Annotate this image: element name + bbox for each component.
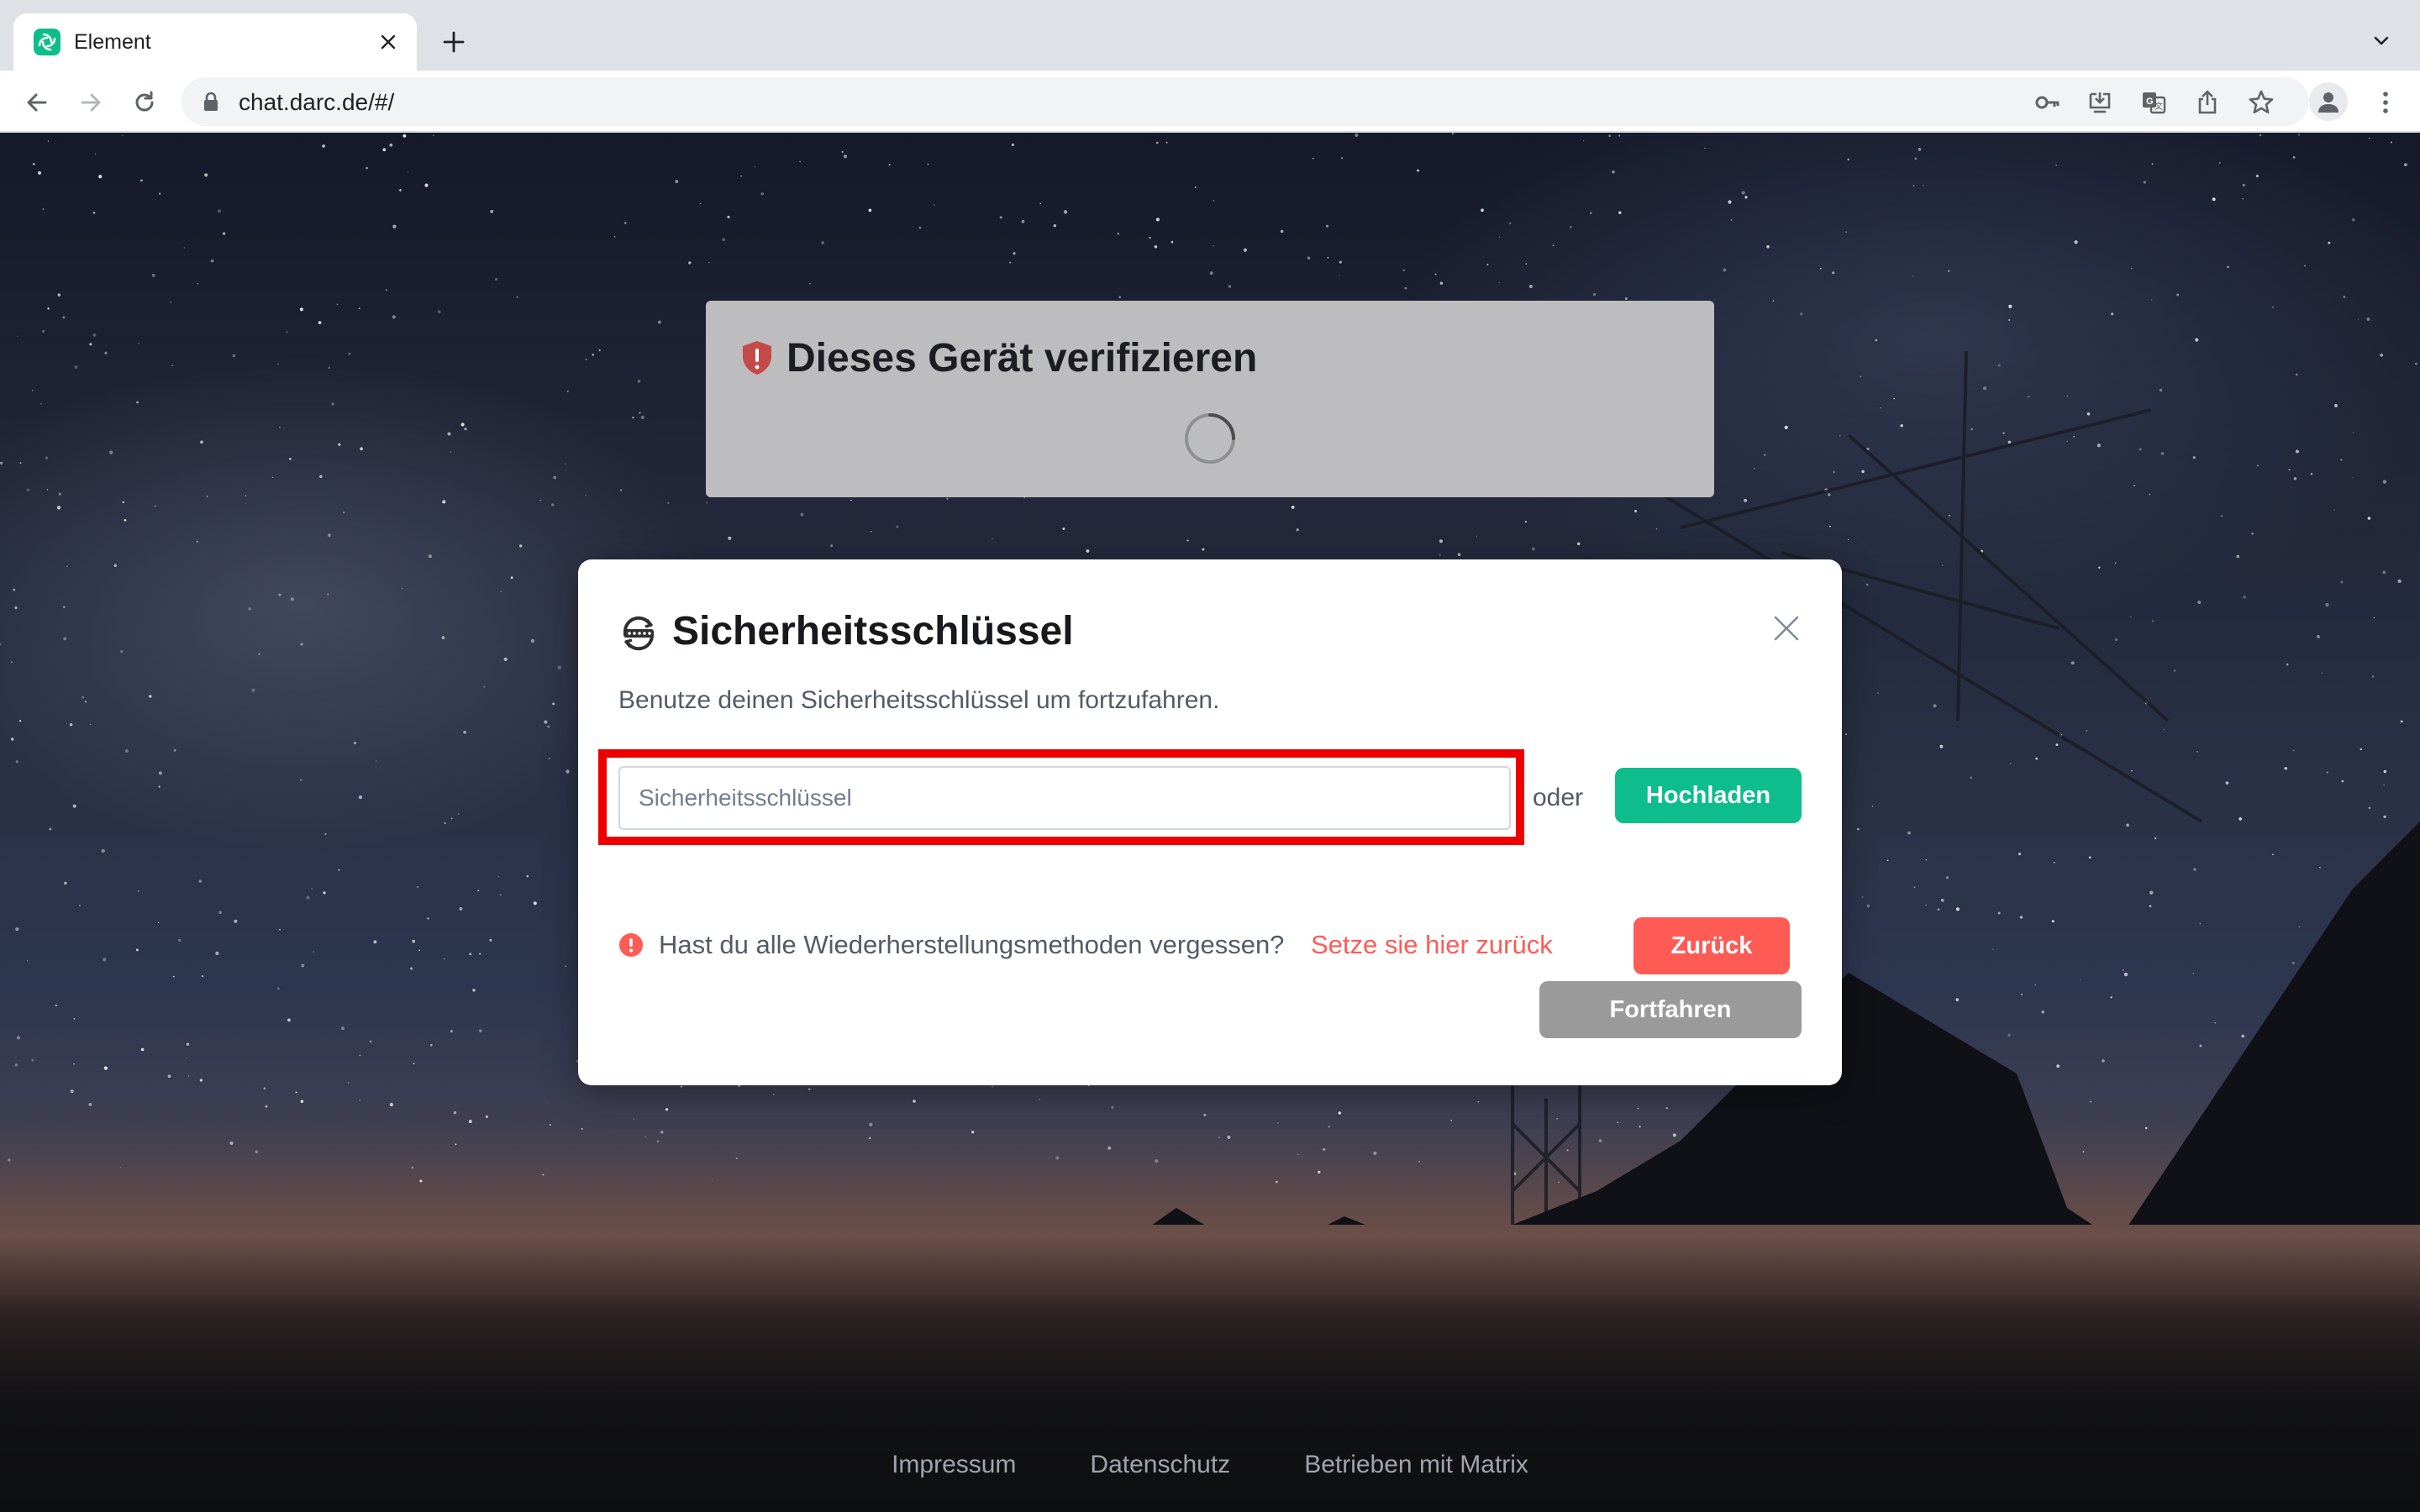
key-icon: [2035, 96, 2060, 109]
security-key-dialog: Sicherheitsschlüssel Benutze deinen Sich…: [578, 559, 1842, 1085]
dialog-close-button[interactable]: [1771, 613, 1802, 643]
verify-title: Dieses Gerät verifizieren: [786, 336, 1258, 381]
plus-icon: [443, 31, 465, 53]
footer-links: Impressum Datenschutz Betrieben mit Matr…: [0, 1446, 2420, 1483]
tab-close-button[interactable]: [371, 25, 405, 59]
or-label: oder: [1533, 784, 1584, 811]
address-bar[interactable]: chat.darc.de/#/: [182, 77, 2309, 126]
tab-title: Element: [74, 30, 151, 54]
url-text: chat.darc.de/#/: [239, 89, 395, 115]
svg-text:文: 文: [2154, 101, 2163, 112]
lock-icon: [204, 92, 218, 111]
forward-arrow-icon: [81, 93, 101, 112]
back-button[interactable]: Zurück: [1634, 917, 1790, 974]
new-tab-button[interactable]: [434, 22, 474, 62]
reload-button[interactable]: [126, 84, 163, 121]
share-icon: [2198, 90, 2217, 114]
back-arrow-icon: [27, 93, 47, 112]
install-icon: [2089, 92, 2111, 113]
upload-button[interactable]: Hochladen: [1615, 768, 1802, 823]
close-icon: [1774, 616, 1799, 641]
shield-warning-icon: [743, 341, 771, 375]
page-background: Dieses Gerät verifizieren Sicherheitssch…: [0, 133, 2420, 1512]
footer-link-matrix[interactable]: Betrieben mit Matrix: [1304, 1446, 1528, 1483]
password-key-button[interactable]: [2030, 85, 2065, 120]
forward-button[interactable]: [72, 84, 109, 121]
footer-link-impressum[interactable]: Impressum: [892, 1446, 1016, 1483]
dialog-title: Sicherheitsschlüssel: [672, 609, 1074, 654]
translate-icon: G文: [2143, 92, 2166, 114]
install-app-button[interactable]: [2082, 85, 2118, 120]
continue-button[interactable]: Fortfahren: [1539, 981, 1802, 1038]
share-button[interactable]: [2190, 85, 2225, 120]
dialog-description: Benutze deinen Sicherheitsschlüssel um f…: [618, 686, 1220, 714]
browser-menu-button[interactable]: [2368, 85, 2403, 120]
reset-link[interactable]: Setze sie hier zurück: [1311, 927, 1553, 963]
translate-button[interactable]: G文: [2136, 85, 2171, 120]
profile-button[interactable]: [2309, 82, 2348, 121]
browser-tabstrip: Element: [0, 0, 2420, 71]
kebab-menu-icon: [2383, 92, 2388, 113]
browser-toolbar: chat.darc.de/#/ G文: [0, 71, 2420, 133]
reload-icon: [135, 91, 154, 112]
security-key-input[interactable]: [618, 766, 1511, 830]
bookmark-button[interactable]: [2244, 85, 2279, 120]
forgot-methods-text: Hast du alle Wiederherstellungsmethoden …: [659, 930, 1285, 959]
close-icon: [381, 34, 396, 50]
tab-search-button[interactable]: [2363, 22, 2400, 59]
spinner-icon: [1185, 413, 1235, 464]
back-button[interactable]: [18, 84, 55, 121]
warning-icon: [619, 933, 643, 957]
star-icon: [2249, 90, 2274, 114]
footer-link-datenschutz[interactable]: Datenschutz: [1090, 1446, 1230, 1483]
element-logo-icon: [34, 29, 60, 55]
chevron-down-icon: [2374, 36, 2389, 45]
verify-device-panel: Dieses Gerät verifizieren: [706, 301, 1714, 497]
profile-icon: [2318, 92, 2338, 113]
browser-tab[interactable]: Element: [13, 13, 417, 71]
secure-backup-icon: [623, 616, 655, 651]
svg-text:G: G: [2146, 97, 2154, 107]
